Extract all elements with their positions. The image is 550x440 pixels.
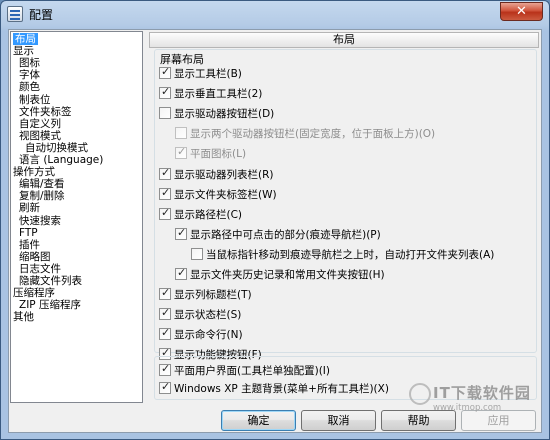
tree-item[interactable]: 隐藏文件列表: [19, 275, 82, 287]
tree-item[interactable]: 自定义列: [19, 118, 61, 130]
checkbox-checked-icon[interactable]: [159, 286, 171, 301]
option-label: 显示工具栏(B): [174, 68, 242, 80]
option-label: 显示驱动器列表栏(R): [174, 168, 274, 181]
checkbox-unchecked-icon[interactable]: [191, 247, 203, 260]
checkbox-unchecked-icon[interactable]: [159, 107, 171, 120]
checkbox-checked-icon[interactable]: [159, 85, 171, 100]
option-checkbox[interactable]: 显示路径中可点击的部分(痕迹导航栏)(P): [175, 226, 381, 242]
window-title: 配置: [29, 8, 54, 22]
checkbox-checked-icon[interactable]: [159, 380, 171, 394]
checkbox-checked-icon: [175, 145, 187, 160]
tree-item[interactable]: 复制/删除: [19, 190, 65, 202]
tree-item[interactable]: 显示: [13, 45, 34, 57]
tree-item[interactable]: 文件夹标签: [19, 106, 72, 118]
option-label: 显示文件夹历史记录和常用文件夹按钮(H): [190, 269, 385, 281]
checkbox-checked-icon[interactable]: [159, 362, 171, 376]
tree-item[interactable]: 其他: [13, 311, 34, 323]
option-label: 显示文件夹标签栏(W): [174, 188, 277, 201]
app-icon: [7, 6, 23, 22]
settings-tree[interactable]: 布局 显示 图标 字体 颜色 制表位 文件夹标签 自定义列 视图模式 自动切换模式 语言 (Lang…: [10, 31, 143, 403]
option-checkbox[interactable]: 当鼠标指针移动到痕迹导航栏之上时，自动打开文件夹列表(A): [191, 247, 495, 262]
theme-option-checkbox[interactable]: Windows XP 主题背景(菜单+所有工具栏)(X): [159, 380, 389, 396]
tree-item[interactable]: 制表位: [19, 94, 51, 106]
tree-item[interactable]: 颜色: [19, 81, 40, 93]
tree-item[interactable]: 布局: [13, 33, 38, 45]
checkbox-unchecked-icon: [175, 127, 187, 140]
watermark: IT下载软件园 www.itmop.com: [433, 382, 543, 413]
checkbox-checked-icon[interactable]: [159, 65, 171, 79]
panel-header: 布局: [149, 32, 539, 48]
tree-item[interactable]: 插件: [19, 239, 40, 251]
option-checkbox[interactable]: 显示命令行(N): [159, 326, 243, 342]
tree-item[interactable]: 压缩程序: [13, 287, 55, 299]
option-checkbox[interactable]: 显示工具栏(B): [159, 65, 242, 81]
option-checkbox[interactable]: 显示状态栏(S): [159, 306, 242, 322]
cancel-button[interactable]: 取消: [301, 410, 376, 431]
tree-item[interactable]: 快速搜索: [19, 215, 61, 227]
dialog-body: 布局 显示 图标 字体 颜色 制表位 文件夹标签 自定义列 视图模式 自动切换模式 语言 (Lang…: [8, 29, 542, 433]
theme-option-checkbox[interactable]: 平面用户界面(工具栏单独配置)(I): [159, 362, 330, 378]
option-label: 显示两个驱动器按钮栏(固定宽度，位于面板上方)(O): [190, 128, 436, 141]
tree-item[interactable]: 日志文件: [19, 263, 61, 275]
config-window: 配置 ✕ 布局 显示 图标 字体 颜色 制表位 文件夹标签 自定义列 视图模式 自动切换模式 语言 …: [0, 0, 550, 440]
option-checkbox: 显示两个驱动器按钮栏(固定宽度，位于面板上方)(O): [175, 127, 435, 141]
tree-item[interactable]: ZIP 压缩程序: [19, 299, 81, 311]
tree-item[interactable]: 刷新: [19, 202, 40, 214]
checkbox-checked-icon[interactable]: [175, 226, 187, 240]
checkbox-checked-icon[interactable]: [175, 266, 187, 280]
option-label: 显示路径中可点击的部分(痕迹导航栏)(P): [190, 228, 381, 241]
tree-item[interactable]: 图标: [19, 57, 40, 69]
tree-item[interactable]: 语言 (Language): [19, 154, 103, 166]
tree-item[interactable]: 字体: [19, 69, 40, 81]
watermark-url: www.itmop.com: [433, 403, 502, 413]
tree-item[interactable]: FTP: [19, 227, 38, 239]
checkbox-checked-icon[interactable]: [159, 186, 171, 200]
checkbox-checked-icon[interactable]: [159, 306, 171, 321]
tree-item[interactable]: 视图模式: [19, 130, 61, 142]
option-checkbox[interactable]: 显示文件夹历史记录和常用文件夹按钮(H): [175, 266, 385, 282]
option-label: 平面图标(L): [190, 148, 247, 161]
option-checkbox[interactable]: 显示垂直工具栏(2): [159, 85, 263, 101]
option-checkbox[interactable]: 显示驱动器按钮栏(D): [159, 107, 274, 121]
title-bar[interactable]: 配置 ✕: [1, 1, 549, 27]
option-label: 显示垂直工具栏(2): [174, 88, 263, 101]
option-checkbox: 平面图标(L): [175, 145, 247, 161]
watermark-logo: [409, 383, 431, 405]
option-label: 显示驱动器按钮栏(D): [174, 108, 275, 121]
option-checkbox[interactable]: 显示列标题栏(T): [159, 286, 252, 302]
checkbox-checked-icon[interactable]: [159, 206, 171, 220]
option-label: 显示列标题栏(T): [174, 289, 252, 302]
checkbox-checked-icon[interactable]: [159, 166, 171, 180]
close-button[interactable]: ✕: [500, 2, 543, 21]
option-checkbox[interactable]: 显示文件夹标签栏(W): [159, 186, 277, 202]
checkbox-checked-icon[interactable]: [159, 326, 171, 341]
ok-button[interactable]: 确定: [221, 410, 296, 431]
option-checkbox[interactable]: 显示路径栏(C): [159, 206, 243, 222]
tree-item[interactable]: 操作方式: [13, 166, 55, 178]
option-label: 显示路径栏(C): [174, 208, 243, 221]
option-label: 显示状态栏(S): [174, 309, 242, 322]
apply-button: 应用: [461, 410, 536, 431]
option-label: Windows XP 主题背景(菜单+所有工具栏)(X): [174, 383, 389, 395]
tree-item[interactable]: 自动切换模式: [25, 142, 88, 154]
option-checkbox[interactable]: 显示驱动器列表栏(R): [159, 166, 274, 182]
option-label: 平面用户界面(工具栏单独配置)(I): [174, 365, 330, 377]
help-button[interactable]: 帮助: [381, 410, 456, 431]
tree-item[interactable]: 缩略图: [19, 251, 51, 263]
tree-item[interactable]: 编辑/查看: [19, 178, 65, 190]
watermark-title: IT下载软件园: [433, 384, 531, 402]
option-label: 显示命令行(N): [174, 329, 243, 342]
option-label: 当鼠标指针移动到痕迹导航栏之上时，自动打开文件夹列表(A): [206, 248, 495, 261]
